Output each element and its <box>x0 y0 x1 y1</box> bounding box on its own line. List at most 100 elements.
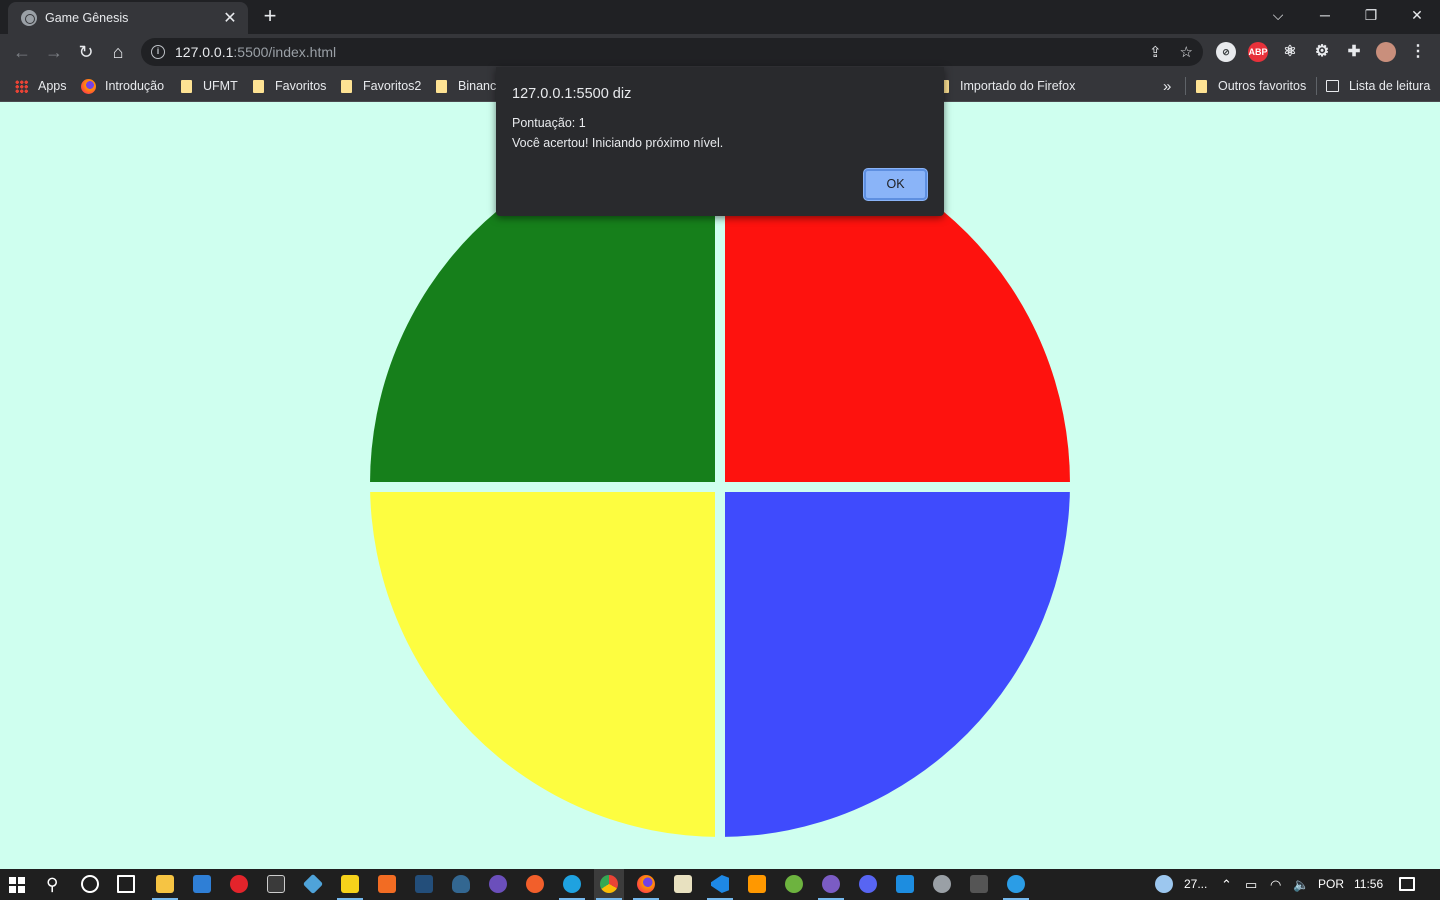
new-tab-button[interactable]: + <box>258 4 282 28</box>
bookmark-label: Lista de leitura <box>1349 79 1431 93</box>
reload-icon[interactable]: ↻ <box>72 38 100 66</box>
windows-start-icon[interactable] <box>9 877 25 893</box>
file-explorer-icon[interactable] <box>156 875 174 893</box>
extensions-puzzle-icon[interactable]: ✚ <box>1344 42 1364 62</box>
tab-title: Game Gênesis <box>45 11 129 25</box>
firefox-icon <box>81 78 96 94</box>
blue-quadrant[interactable] <box>725 492 1070 837</box>
folder-icon <box>1196 79 1207 93</box>
url-host: 127.0.0.1 <box>175 44 234 60</box>
page-content <box>0 102 1440 869</box>
genius-board <box>370 130 1070 837</box>
discord-icon[interactable] <box>859 875 877 893</box>
tab-strip: Game Gênesis ✕ + ⌵ ─ ❐ ✕ <box>0 0 1440 34</box>
restore-button[interactable]: ❐ <box>1348 0 1394 30</box>
bookmark-outros-favoritos[interactable]: Outros favoritos <box>1196 70 1306 102</box>
menu-kebab-icon[interactable]: ⋮ <box>1408 42 1428 62</box>
sticky-notes-icon[interactable] <box>341 875 359 893</box>
bookmark-label: Introdução <box>105 79 165 93</box>
clock[interactable]: 11:56 <box>1354 869 1383 900</box>
bookmark-favoritos[interactable]: Favoritos <box>253 70 326 102</box>
bookmark-binance[interactable]: Binance <box>436 70 503 102</box>
bookmark-label: Apps <box>38 79 67 93</box>
app-dark-icon[interactable] <box>970 875 988 893</box>
notifications-icon[interactable] <box>1399 877 1415 891</box>
react-devtools-icon[interactable]: ⚛ <box>1280 42 1300 62</box>
postgresql-icon[interactable] <box>452 875 470 893</box>
xampp-icon[interactable] <box>378 875 396 893</box>
browser-toolbar: ← → ↻ ⌂ i 127.0.0.1:5500/index.html ⇪ ☆ … <box>0 34 1440 70</box>
forward-icon[interactable]: → <box>40 38 68 66</box>
bookmarks-overflow-button[interactable]: » <box>1163 70 1171 102</box>
notepad-icon[interactable] <box>674 875 692 893</box>
redis-icon[interactable] <box>230 875 248 893</box>
spring-icon[interactable] <box>785 875 803 893</box>
github-desktop-icon[interactable] <box>822 875 840 893</box>
tab-game-genesis[interactable]: Game Gênesis ✕ <box>8 2 248 34</box>
block-extension-icon[interactable]: ⊘ <box>1216 42 1236 62</box>
app-blue-icon[interactable] <box>896 875 914 893</box>
tab-search-icon[interactable]: ⌵ <box>1255 0 1301 30</box>
address-bar[interactable]: i 127.0.0.1:5500/index.html ⇪ ☆ <box>141 38 1203 66</box>
share-icon[interactable]: ⇪ <box>1149 43 1162 61</box>
gear-extension-icon[interactable]: ⚙ <box>1312 42 1332 62</box>
close-window-button[interactable]: ✕ <box>1394 0 1440 30</box>
cloud-app-icon[interactable] <box>933 875 951 893</box>
bookmark-label: Favoritos <box>275 79 327 93</box>
adblock-icon[interactable]: ABP <box>1248 42 1268 62</box>
bookmark-label: Outros favoritos <box>1218 79 1307 93</box>
firefox-icon[interactable] <box>637 875 655 893</box>
sublime-icon[interactable] <box>748 875 766 893</box>
mysql-workbench-icon[interactable] <box>415 875 433 893</box>
mail-icon[interactable] <box>193 875 211 893</box>
volume-icon[interactable]: 🔈 <box>1293 869 1309 900</box>
bookmark-introducao[interactable]: Introdução <box>81 70 164 102</box>
bookmark-importado[interactable]: Importado do Firefox <box>938 70 1075 102</box>
task-view-icon[interactable] <box>117 875 135 893</box>
bookmark-label: Importado do Firefox <box>960 79 1076 93</box>
folder-icon <box>181 79 192 93</box>
alert-dialog: 127.0.0.1:5500 diz Pontuação: 1 Você ace… <box>496 67 944 216</box>
back-icon[interactable]: ← <box>8 38 36 66</box>
app-icon[interactable] <box>489 875 507 893</box>
chevron-up-icon[interactable]: ⌃ <box>1221 869 1232 900</box>
minimize-button[interactable]: ─ <box>1302 0 1348 30</box>
meet-now-icon[interactable]: ▭ <box>1245 869 1257 900</box>
wifi-icon[interactable]: ◠ <box>1270 869 1281 900</box>
app-round-icon[interactable] <box>1007 875 1025 893</box>
apps-grid-icon <box>15 79 28 93</box>
bookmark-label: Favoritos2 <box>363 79 422 93</box>
info-icon[interactable]: i <box>151 45 165 59</box>
bookmark-apps[interactable]: Apps <box>15 70 67 102</box>
weather-temp[interactable]: 27... <box>1184 869 1207 900</box>
tab-close-icon[interactable]: ✕ <box>222 8 238 28</box>
globe-icon <box>21 10 37 26</box>
home-icon[interactable]: ⌂ <box>104 38 132 66</box>
bookmarks-divider <box>1185 77 1186 95</box>
weather-icon[interactable] <box>1155 875 1173 893</box>
edge-icon[interactable] <box>563 875 581 893</box>
bookmarks-divider <box>1316 77 1317 95</box>
devtool-icon[interactable] <box>302 873 324 895</box>
folder-icon <box>341 79 352 93</box>
cortana-icon[interactable] <box>81 875 99 893</box>
url-path: :5500/index.html <box>233 44 337 60</box>
vscode-icon[interactable] <box>711 875 729 893</box>
bookmark-ufmt[interactable]: UFMT <box>181 70 238 102</box>
yellow-quadrant[interactable] <box>370 492 715 837</box>
search-icon[interactable]: ⚲ <box>46 869 58 900</box>
dialog-message: Você acertou! Iniciando próximo nível. <box>512 136 724 150</box>
postman-icon[interactable] <box>526 875 544 893</box>
language-indicator[interactable]: POR <box>1318 869 1344 900</box>
terminal-icon[interactable] <box>267 875 285 893</box>
profile-avatar[interactable] <box>1376 42 1396 62</box>
reading-list-button[interactable]: Lista de leitura <box>1326 70 1430 102</box>
dialog-title: 127.0.0.1:5500 diz <box>512 86 632 102</box>
reading-list-icon <box>1326 80 1339 92</box>
folder-icon <box>436 79 447 93</box>
dialog-score: Pontuação: 1 <box>512 116 586 130</box>
bookmark-favoritos2[interactable]: Favoritos2 <box>341 70 421 102</box>
chrome-icon[interactable] <box>600 875 618 893</box>
bookmark-star-icon[interactable]: ☆ <box>1180 43 1193 61</box>
ok-button[interactable]: OK <box>864 169 927 200</box>
